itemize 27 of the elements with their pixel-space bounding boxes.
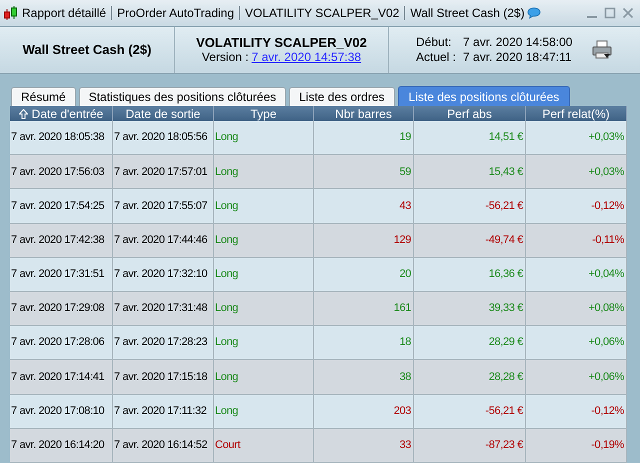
- strategy-name: VOLATILITY SCALPER_V02: [196, 35, 367, 50]
- current-value: 7 avr. 2020 18:47:11: [463, 50, 572, 65]
- speech-bubble-icon[interactable]: [526, 7, 541, 19]
- start-value: 7 avr. 2020 14:58:00: [463, 35, 572, 50]
- window-title: Rapport détaillé: [22, 5, 106, 22]
- tab[interactable]: Statistiques des positions clôturées: [78, 87, 286, 106]
- window-title: Wall Street Cash (2$): [410, 5, 525, 22]
- tab[interactable]: Résumé: [11, 87, 76, 106]
- close-icon[interactable]: [622, 7, 634, 19]
- window-title: VOLATILITY SCALPER_V02: [245, 5, 400, 22]
- table-cell: -0,19%: [526, 428, 627, 463]
- window-title: ProOrder AutoTrading: [117, 5, 234, 22]
- table-cell: 33: [314, 428, 414, 463]
- version-link[interactable]: 7 avr. 2020 14:57:38: [252, 50, 362, 65]
- candlestick-icon: [3, 5, 19, 21]
- current-label: Actuel :: [416, 50, 456, 65]
- tab[interactable]: Liste des positions clôturées: [398, 86, 570, 106]
- printer-icon[interactable]: [592, 40, 612, 60]
- instrument-name: Wall Street Cash (2$): [22, 41, 152, 60]
- tab[interactable]: Liste des ordres: [289, 87, 395, 106]
- start-label: Début:: [416, 35, 452, 50]
- table-cell: 7 avr. 2020 16:14:52: [113, 428, 214, 463]
- version-label: Version :: [202, 50, 249, 65]
- table-cell: 7 avr. 2020 16:14:20: [10, 428, 113, 463]
- table-cell: -87,23 €: [414, 428, 526, 463]
- maximize-icon[interactable]: [604, 7, 616, 19]
- table-cell: Court: [214, 428, 314, 463]
